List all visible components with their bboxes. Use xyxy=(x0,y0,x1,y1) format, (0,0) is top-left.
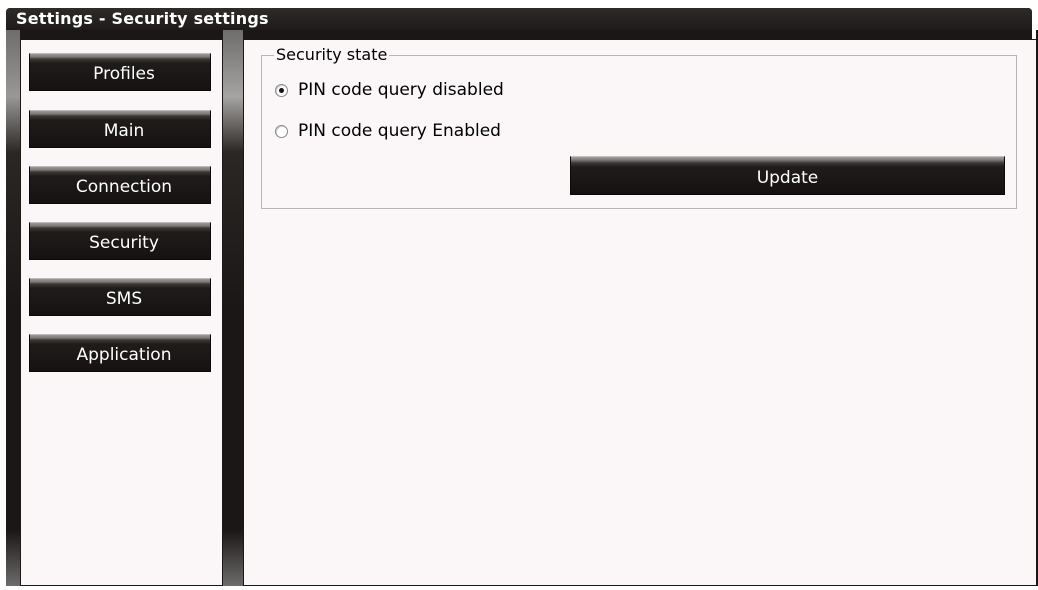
sidebar: Profiles Main Connection Security SMS Ap… xyxy=(20,39,223,586)
security-state-legend: Security state xyxy=(274,45,390,65)
sidebar-item-profiles[interactable]: Profiles xyxy=(29,53,211,91)
sidebar-item-sms[interactable]: SMS xyxy=(29,278,211,316)
title-bar[interactable]: Settings - Security settings xyxy=(6,8,1032,30)
sidebar-item-application[interactable]: Application xyxy=(29,334,211,372)
radio-pin-enabled[interactable]: PIN code query Enabled xyxy=(275,119,501,143)
radio-unchecked-icon[interactable] xyxy=(275,124,288,138)
radio-pin-disabled[interactable]: PIN code query disabled xyxy=(275,78,504,102)
update-button[interactable]: Update xyxy=(570,156,1005,195)
security-state-group: Security state PIN code query disabled P… xyxy=(261,45,1017,209)
left-rail xyxy=(6,30,20,586)
sidebar-item-connection[interactable]: Connection xyxy=(29,166,211,204)
radio-pin-enabled-label: PIN code query Enabled xyxy=(298,121,501,141)
main-panel: Security state PIN code query disabled P… xyxy=(243,39,1037,586)
panel-separator xyxy=(223,30,243,586)
sidebar-item-main[interactable]: Main xyxy=(29,110,211,148)
radio-checked-icon[interactable] xyxy=(275,83,288,97)
radio-pin-disabled-label: PIN code query disabled xyxy=(298,80,504,100)
settings-window: Settings - Security settings Profiles Ma… xyxy=(0,0,1038,590)
window-title: Settings - Security settings xyxy=(16,9,269,28)
sidebar-item-security[interactable]: Security xyxy=(29,222,211,260)
